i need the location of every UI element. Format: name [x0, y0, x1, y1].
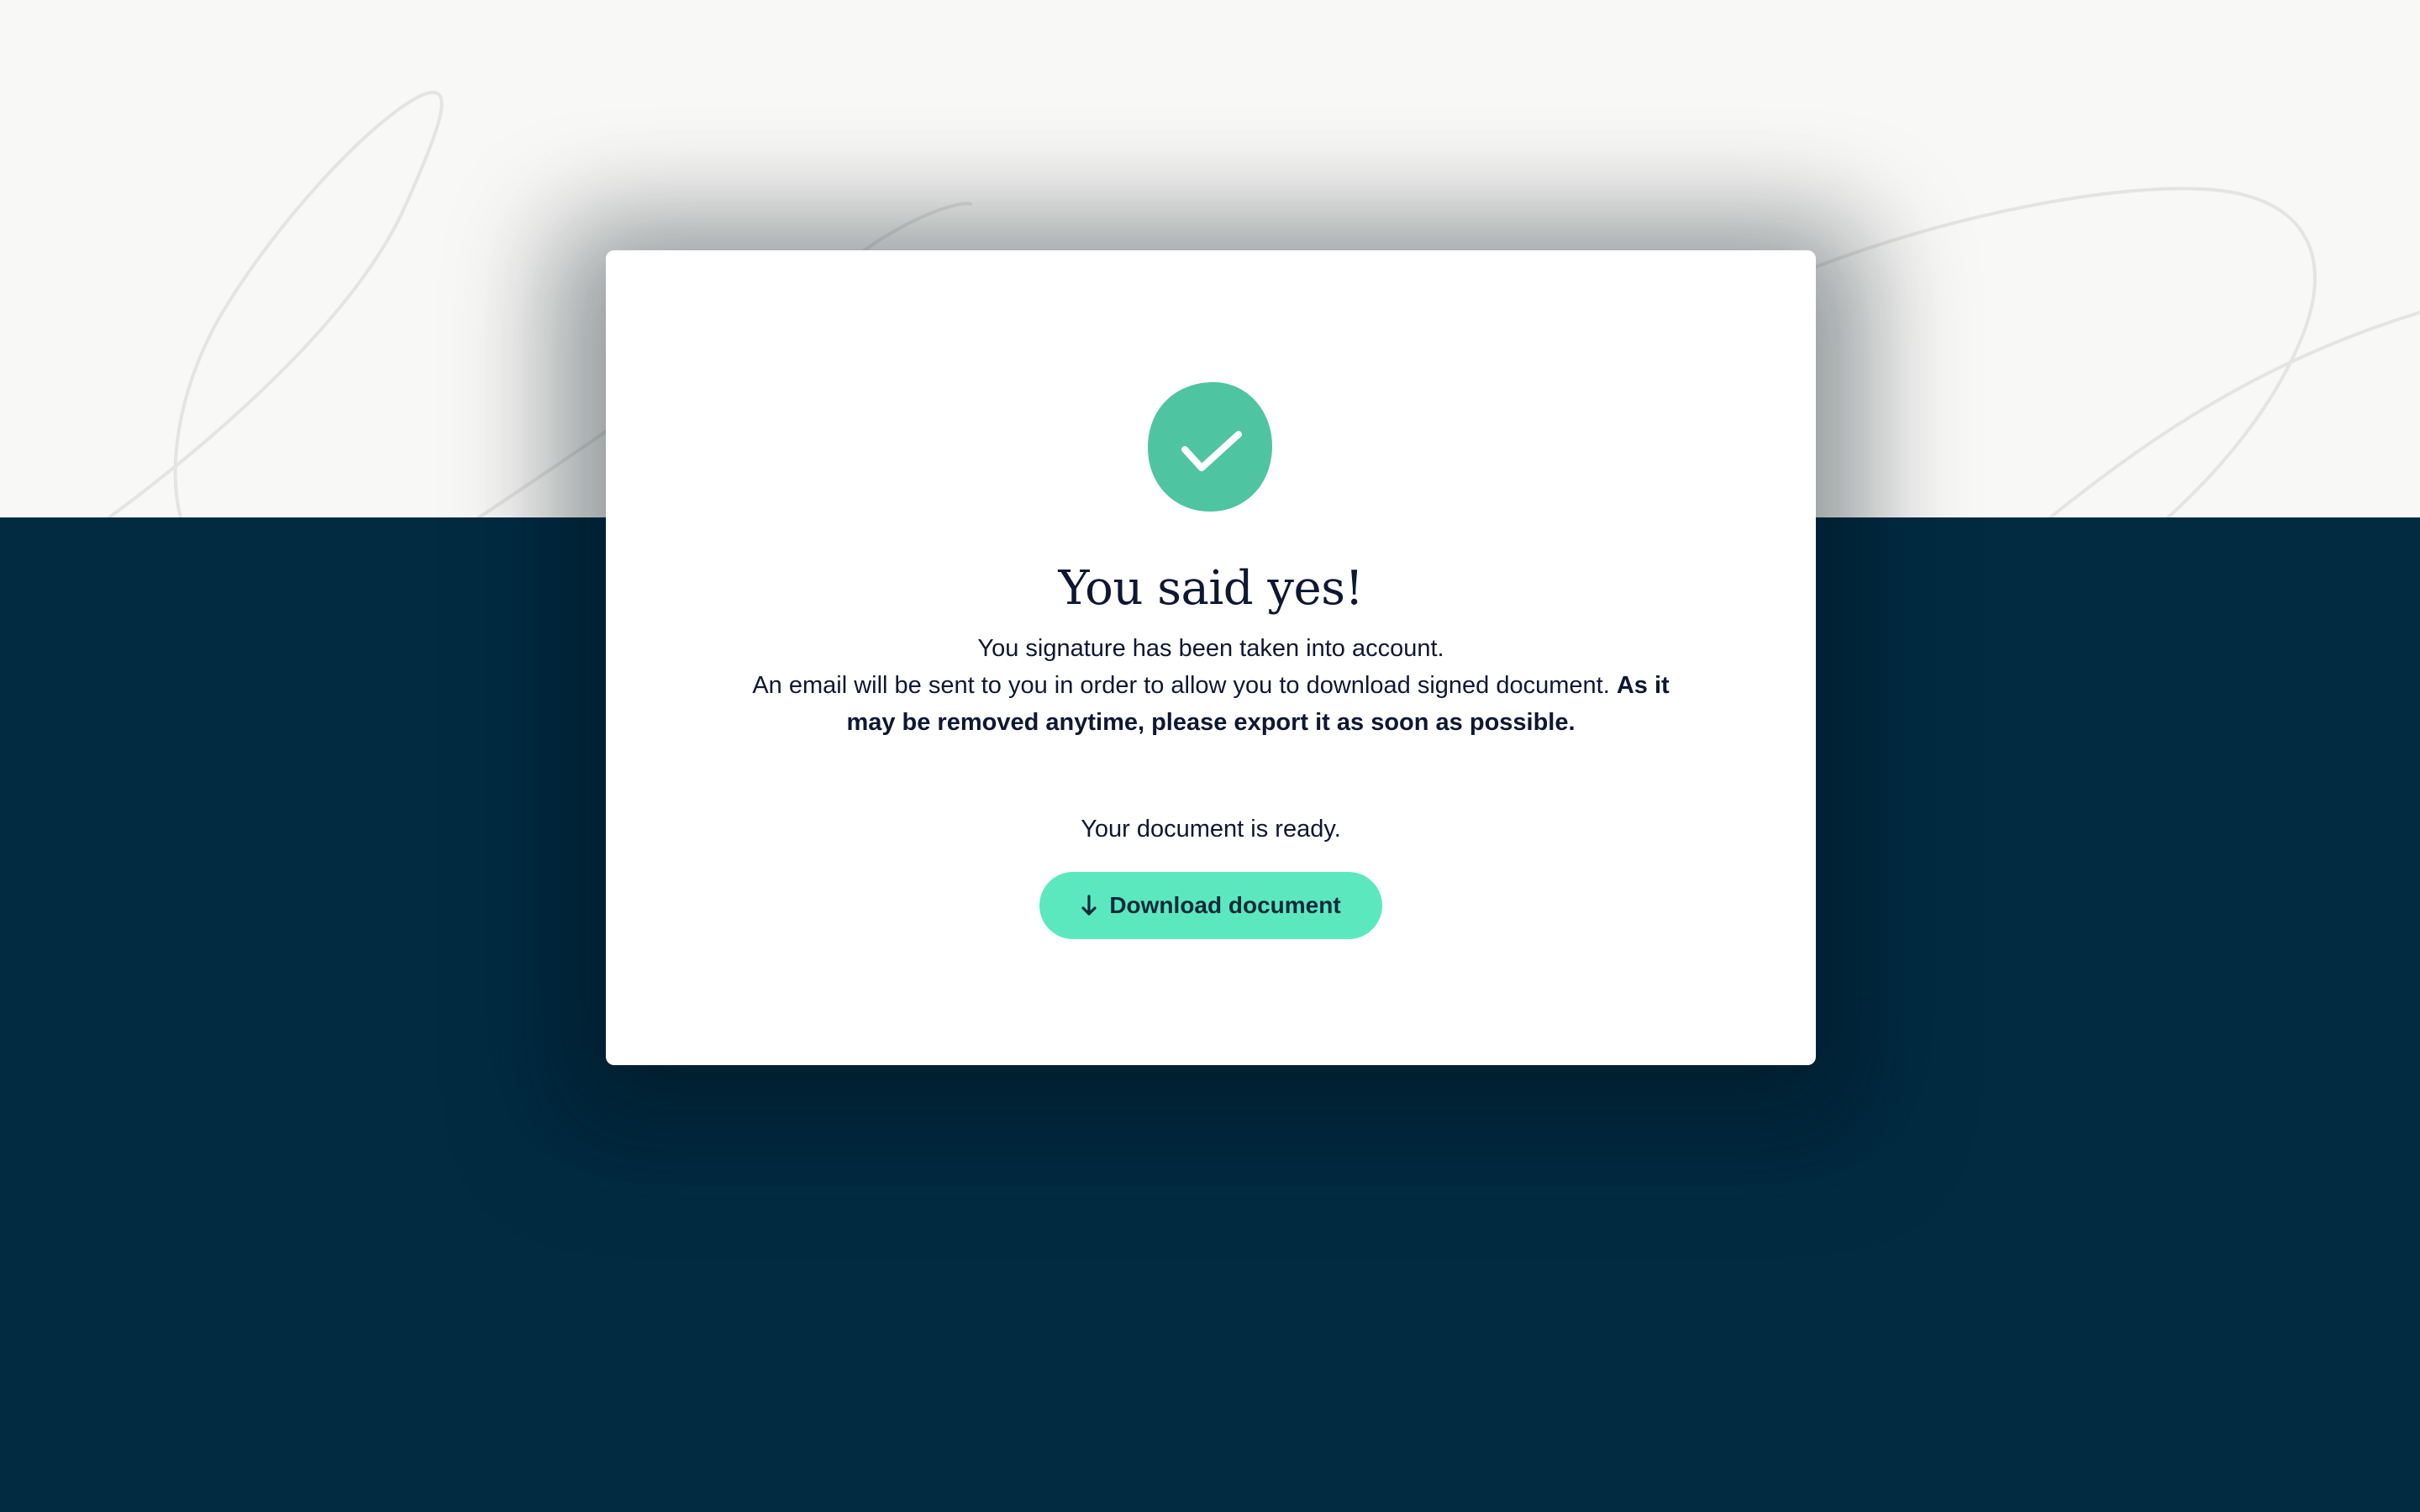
confirmation-message: You signature has been taken into accoun…: [740, 630, 1681, 741]
download-document-label: Download document: [1109, 892, 1341, 918]
signature-taken-text: You signature has been taken into accoun…: [977, 635, 1444, 662]
confirmation-card: You said yes! You signature has been tak…: [606, 250, 1816, 1065]
check-circle-icon: [1148, 381, 1272, 512]
email-notice-regular: An email will be sent to you in order to…: [752, 672, 1610, 699]
document-ready-text: Your document is ready.: [1081, 816, 1341, 843]
arrow-down-icon: [1081, 894, 1097, 917]
page: You said yes! You signature has been tak…: [0, 0, 2420, 1512]
download-document-button[interactable]: Download document: [1039, 872, 1382, 939]
confirmation-title: You said yes!: [1058, 561, 1364, 616]
email-notice-text: An email will be sent to you in order to…: [740, 667, 1681, 741]
